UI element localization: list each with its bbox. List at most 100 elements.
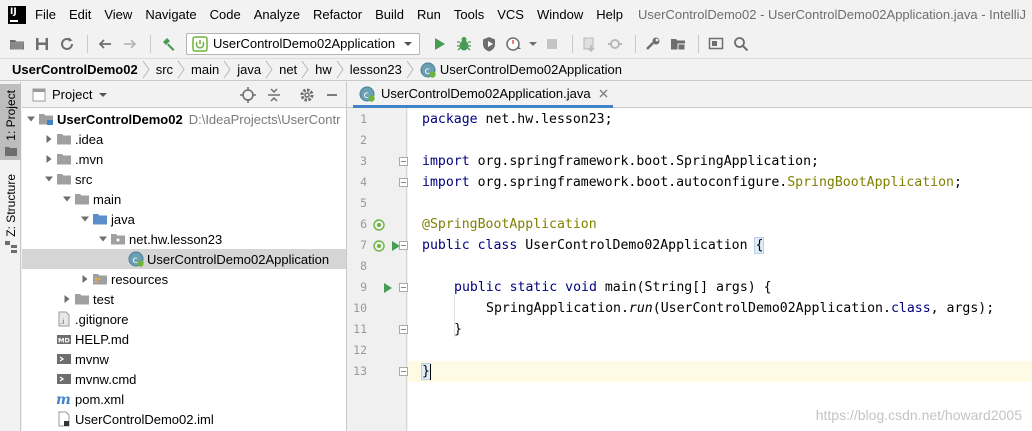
- debug-icon[interactable]: [453, 33, 475, 55]
- menu-tools[interactable]: Tools: [454, 7, 484, 22]
- coverage-icon[interactable]: [478, 33, 500, 55]
- editor-tab-label: UserControlDemo02Application.java: [381, 86, 591, 101]
- tree-path: D:\IdeaProjects\UserContr: [188, 111, 341, 127]
- menu-run[interactable]: Run: [417, 7, 441, 22]
- structure-tool-tab[interactable]: Z: Structure: [0, 174, 21, 260]
- spring-bean-gutter-icon[interactable]: [373, 240, 385, 252]
- tree-row-resources[interactable]: resources: [22, 269, 346, 289]
- tree-row-mvnw-cmd[interactable]: mvnw.cmd: [22, 369, 346, 389]
- folder-icon: [74, 191, 90, 207]
- keyword: package: [422, 112, 478, 127]
- breadcrumb-hw[interactable]: hw: [315, 62, 332, 77]
- tree-row-src[interactable]: src: [22, 169, 346, 189]
- profile-icon[interactable]: [503, 33, 525, 55]
- fold-marker-icon[interactable]: [399, 157, 408, 166]
- line-number: 10: [353, 301, 367, 315]
- dropdown-arrow-icon[interactable]: [528, 33, 538, 55]
- menu-analyze[interactable]: Analyze: [254, 7, 300, 22]
- breadcrumb-class[interactable]: UserControlDemo02Application: [440, 62, 622, 77]
- expanded-arrow-icon[interactable]: [24, 109, 38, 129]
- breadcrumb-java[interactable]: java: [237, 62, 261, 77]
- project-tool-tab-label: 1: Project: [3, 90, 18, 141]
- run-gutter-icon[interactable]: [383, 283, 393, 293]
- tree-row-project-root[interactable]: UserControlDemo02 D:\IdeaProjects\UserCo…: [22, 109, 346, 129]
- back-arrow-icon[interactable]: [94, 33, 116, 55]
- open-folder-icon[interactable]: [6, 33, 28, 55]
- structure-tool-tab-label: Z: Structure: [3, 174, 18, 237]
- save-icon[interactable]: [31, 33, 53, 55]
- tree-row-test[interactable]: test: [22, 289, 346, 309]
- editor-tab-application-java[interactable]: c UserControlDemo02Application.java: [353, 82, 613, 108]
- forward-arrow-icon[interactable]: [119, 33, 141, 55]
- menu-window[interactable]: Window: [537, 7, 583, 22]
- build-hammer-icon[interactable]: [157, 33, 179, 55]
- stop-icon[interactable]: [541, 33, 563, 55]
- run-icon[interactable]: [428, 33, 450, 55]
- close-icon[interactable]: [599, 89, 608, 98]
- code-editor[interactable]: package net.hw.lesson23; import org.spri…: [408, 108, 1032, 431]
- tree-label: UserControlDemo02Application: [147, 251, 330, 267]
- menu-view[interactable]: View: [104, 7, 132, 22]
- tree-row-main[interactable]: main: [22, 189, 346, 209]
- menu-edit[interactable]: Edit: [69, 7, 91, 22]
- breadcrumb-project[interactable]: UserControlDemo02: [12, 62, 138, 77]
- fold-marker-icon[interactable]: [399, 178, 408, 187]
- tree-row-iml[interactable]: UserControlDemo02.iml: [22, 409, 346, 429]
- collapsed-arrow-icon[interactable]: [78, 269, 92, 289]
- menu-help[interactable]: Help: [596, 7, 623, 22]
- sync-icon[interactable]: [56, 33, 78, 55]
- breadcrumb-main[interactable]: main: [191, 62, 219, 77]
- tree-row-java[interactable]: java: [22, 209, 346, 229]
- collapse-all-icon[interactable]: [266, 87, 282, 103]
- code-line-13: }: [421, 361, 431, 382]
- tree-row-pom-xml[interactable]: m pom.xml: [22, 389, 346, 409]
- collapsed-arrow-icon[interactable]: [42, 149, 56, 169]
- tree-label: main: [93, 191, 122, 207]
- presentation-icon[interactable]: [705, 33, 727, 55]
- wrench-icon[interactable]: [642, 33, 664, 55]
- collapsed-arrow-icon[interactable]: [60, 289, 74, 309]
- tree-row-mvn[interactable]: .mvn: [22, 149, 346, 169]
- chevron-down-icon[interactable]: [98, 90, 108, 100]
- menu-file[interactable]: File: [35, 7, 56, 22]
- tree-row-application-class[interactable]: c UserControlDemo02Application: [22, 249, 346, 269]
- tree-row-help-md[interactable]: MD HELP.md: [22, 329, 346, 349]
- menu-navigate[interactable]: Navigate: [145, 7, 196, 22]
- gear-icon[interactable]: [299, 87, 315, 103]
- menu-code[interactable]: Code: [210, 7, 241, 22]
- expanded-arrow-icon[interactable]: [60, 189, 74, 209]
- breadcrumb-src[interactable]: src: [156, 62, 173, 77]
- vcs-commit-icon[interactable]: [604, 33, 626, 55]
- editor-gutter: 1 2 3 4 5 6 7 8 9 10 11 12 13: [347, 108, 408, 431]
- fold-marker-icon[interactable]: [399, 241, 408, 250]
- tree-label: HELP.md: [75, 331, 129, 347]
- current-line-highlight: [408, 361, 1032, 382]
- minimize-icon[interactable]: [325, 88, 339, 102]
- vcs-update-icon[interactable]: [579, 33, 601, 55]
- breadcrumb-lesson23[interactable]: lesson23: [350, 62, 402, 77]
- project-tool-tab[interactable]: 1: Project: [0, 84, 21, 160]
- tree-row-gitignore[interactable]: .i .gitignore: [22, 309, 346, 329]
- project-panel-title[interactable]: Project: [52, 87, 92, 102]
- tree-row-idea[interactable]: .idea: [22, 129, 346, 149]
- fold-marker-icon[interactable]: [399, 325, 408, 334]
- collapsed-arrow-icon[interactable]: [42, 129, 56, 149]
- expanded-arrow-icon[interactable]: [96, 229, 110, 249]
- search-icon[interactable]: [730, 33, 752, 55]
- expanded-arrow-icon[interactable]: [42, 169, 56, 189]
- breadcrumb-chevron-icon: [142, 60, 150, 79]
- menu-build[interactable]: Build: [375, 7, 404, 22]
- fold-marker-icon[interactable]: [399, 283, 408, 292]
- breadcrumb-net[interactable]: net: [279, 62, 297, 77]
- fold-marker-icon[interactable]: [399, 367, 408, 376]
- tree-row-package[interactable]: net.hw.lesson23: [22, 229, 346, 249]
- expanded-arrow-icon[interactable]: [78, 209, 92, 229]
- run-configuration-selector[interactable]: UserControlDemo02Application: [186, 32, 420, 55]
- menu-vcs[interactable]: VCS: [497, 7, 524, 22]
- project-structure-icon[interactable]: [667, 33, 689, 55]
- spring-bean-gutter-icon[interactable]: [373, 219, 385, 231]
- tree-row-mvnw[interactable]: mvnw: [22, 349, 346, 369]
- code-text: org.springframework.boot.autoconfigure.: [469, 175, 788, 190]
- locate-file-icon[interactable]: [240, 87, 256, 103]
- menu-refactor[interactable]: Refactor: [313, 7, 362, 22]
